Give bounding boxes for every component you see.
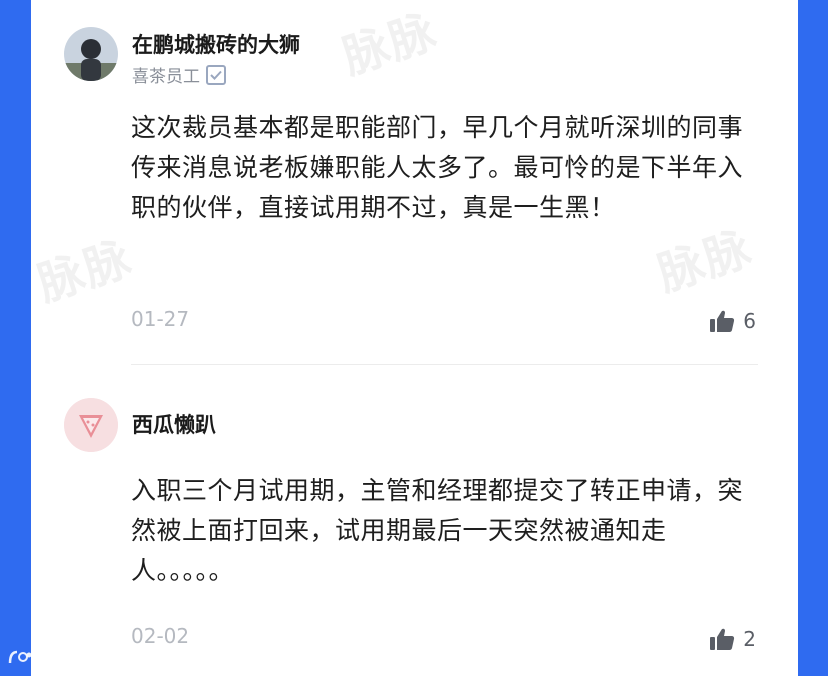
avatar[interactable] [64,27,118,81]
author-name[interactable]: 西瓜懒趴 [132,409,216,439]
author-role: 喜茶员工 [132,62,226,87]
thumbs-up-icon [710,628,735,650]
divider [131,364,758,365]
comment-text: 这次裁员基本都是职能部门，早几个月就听深圳的同事传来消息说老板嫌职能人太多了。最… [131,113,744,222]
like-button[interactable]: 2 [709,627,756,651]
comment-card: 脉脉 脉脉 脉脉 在鹏城搬砖的大狮 喜茶员工 这次裁员基本都是职能部门，早几个月… [31,0,798,676]
like-count: 2 [743,627,756,651]
like-button[interactable]: 6 [709,309,756,333]
comment-date: 01-27 [131,307,190,331]
author-name[interactable]: 在鹏城搬砖的大狮 [132,29,300,59]
thumbs-up-icon [710,310,735,332]
author-role-label: 喜茶员工 [132,67,200,87]
watermark: 脉脉 [31,230,139,312]
comment-text: 入职三个月试用期，主管和经理都提交了转正申请，突然被上面打回来，试用期最后一天突… [131,476,744,585]
like-count: 6 [743,309,756,333]
brand-watermark: 大数跨境 [8,646,103,670]
user-avatar-icon [64,398,118,452]
brand-label: 大数跨境 [39,650,104,669]
verified-icon [206,64,226,85]
brand-logo-icon [8,650,32,664]
user-avatar-icon [64,27,118,81]
avatar[interactable] [64,398,118,452]
comment-date: 02-02 [131,624,190,648]
watermark: 脉脉 [335,3,444,85]
